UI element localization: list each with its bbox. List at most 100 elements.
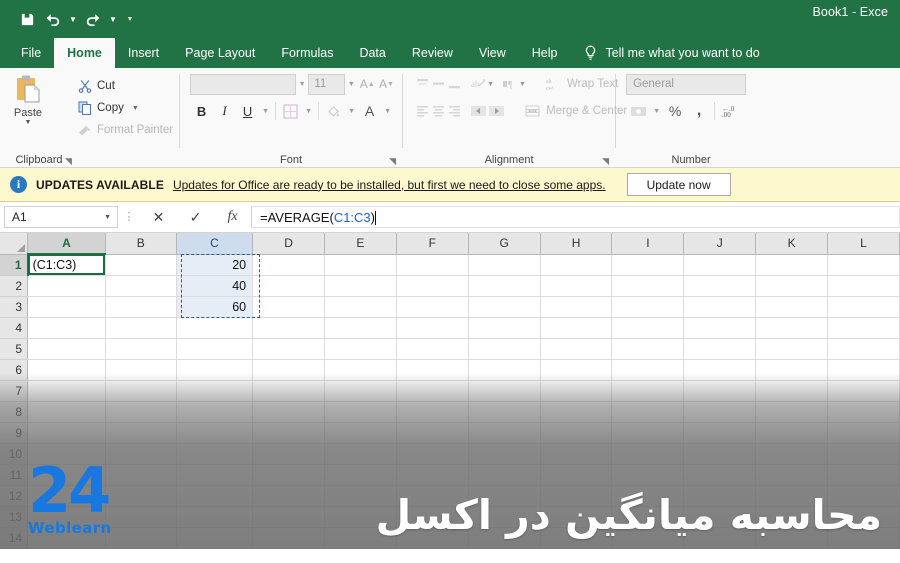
row-header-5[interactable]: 5	[0, 338, 29, 360]
row-header-2[interactable]: 2	[0, 275, 29, 297]
decrease-indent-icon[interactable]	[470, 100, 487, 121]
align-top-icon[interactable]	[415, 74, 430, 95]
decrease-font-size-icon[interactable]: A ▼	[377, 74, 396, 95]
cell-g8[interactable]	[468, 401, 541, 423]
row-header-13[interactable]: 13	[0, 506, 29, 528]
column-header-f[interactable]: F	[396, 233, 469, 255]
cell-c7[interactable]	[176, 380, 254, 402]
cell-j2[interactable]	[683, 275, 757, 297]
undo-icon[interactable]	[40, 7, 66, 31]
cell-c9[interactable]	[176, 422, 254, 444]
cell-l6[interactable]	[827, 359, 900, 381]
cell-c5[interactable]	[176, 338, 254, 360]
increase-font-size-icon[interactable]: A ▲	[358, 74, 377, 95]
borders-icon[interactable]	[279, 100, 302, 122]
cell-e9[interactable]	[324, 422, 397, 444]
clipboard-dialog-launcher-icon[interactable]: ◥	[63, 156, 74, 167]
copy-dropdown-icon[interactable]: ▼	[132, 105, 139, 112]
cell-k6[interactable]	[755, 359, 829, 381]
customize-qat-icon[interactable]: ▼	[120, 7, 140, 31]
cell-i5[interactable]	[611, 338, 685, 360]
tab-insert[interactable]: Insert	[115, 38, 172, 68]
cell-d8[interactable]	[252, 401, 326, 423]
cell-g7[interactable]	[468, 380, 541, 402]
cell-h4[interactable]	[540, 317, 613, 339]
cell-g4[interactable]	[468, 317, 541, 339]
cell-i2[interactable]	[611, 275, 685, 297]
cell-h11[interactable]	[540, 464, 613, 486]
cell-l11[interactable]	[827, 464, 900, 486]
confirm-formula-icon[interactable]: ✓	[177, 205, 214, 229]
cell-j4[interactable]	[683, 317, 757, 339]
cell-i4[interactable]	[611, 317, 685, 339]
cell-e2[interactable]	[324, 275, 397, 297]
cell-i10[interactable]	[611, 443, 685, 465]
cell-i7[interactable]	[611, 380, 685, 402]
cell-b11[interactable]	[105, 464, 177, 486]
underline-dropdown-icon[interactable]: ▼	[259, 101, 272, 122]
cell-k10[interactable]	[755, 443, 829, 465]
cell-a2[interactable]	[27, 275, 106, 297]
column-header-d[interactable]: D	[252, 233, 326, 255]
cell-d10[interactable]	[252, 443, 326, 465]
cell-l8[interactable]	[827, 401, 900, 423]
cell-j1[interactable]	[683, 254, 757, 276]
cell-l7[interactable]	[827, 380, 900, 402]
cell-g5[interactable]	[468, 338, 541, 360]
bold-button[interactable]: B	[190, 100, 213, 122]
cell-c3[interactable]: 60	[176, 296, 254, 318]
cell-d14[interactable]	[252, 527, 326, 549]
cell-l4[interactable]	[827, 317, 900, 339]
font-name-dropdown-icon[interactable]: ▼	[296, 74, 309, 95]
cell-e3[interactable]	[324, 296, 397, 318]
cell-f10[interactable]	[396, 443, 469, 465]
font-size-input[interactable]: 11	[308, 73, 346, 95]
cell-b12[interactable]	[105, 485, 177, 507]
font-name-input[interactable]	[190, 73, 296, 95]
cell-j7[interactable]	[683, 380, 757, 402]
cell-b2[interactable]	[105, 275, 177, 297]
cell-j11[interactable]	[683, 464, 757, 486]
cell-b3[interactable]	[105, 296, 177, 318]
cell-k8[interactable]	[755, 401, 829, 423]
cell-k1[interactable]	[755, 254, 829, 276]
cell-c4[interactable]	[176, 317, 254, 339]
cell-g1[interactable]	[468, 254, 541, 276]
cell-b10[interactable]	[105, 443, 177, 465]
cell-a5[interactable]	[27, 338, 106, 360]
cell-e5[interactable]	[324, 338, 397, 360]
notification-message-link[interactable]: Updates for Office are ready to be insta…	[173, 178, 606, 192]
font-color-button[interactable]: A	[358, 100, 381, 122]
align-right-icon[interactable]	[447, 100, 462, 121]
name-box-dropdown-icon[interactable]: ▼	[104, 214, 115, 221]
cell-f9[interactable]	[396, 422, 469, 444]
cell-b14[interactable]	[105, 527, 177, 549]
cell-c6[interactable]	[176, 359, 254, 381]
column-header-a[interactable]: A	[27, 233, 106, 255]
cell-a6[interactable]	[27, 359, 106, 381]
cancel-formula-icon[interactable]: ✕	[140, 205, 177, 229]
cell-d13[interactable]	[252, 506, 326, 528]
cell-g3[interactable]	[468, 296, 541, 318]
text-direction-dropdown-icon[interactable]: ▼	[519, 74, 526, 95]
cell-f7[interactable]	[396, 380, 469, 402]
cell-b9[interactable]	[105, 422, 177, 444]
tell-me-box[interactable]: Tell me what you want to do	[570, 38, 769, 68]
align-left-icon[interactable]	[415, 100, 430, 121]
paste-dropdown-icon[interactable]: ▼	[25, 119, 32, 127]
worksheet-grid[interactable]: A B C D E F G H I J K L 1 (C1:C3) 20 2 4…	[0, 233, 900, 549]
tab-page-layout[interactable]: Page Layout	[172, 38, 268, 68]
cell-a9[interactable]	[27, 422, 106, 444]
cell-f2[interactable]	[396, 275, 469, 297]
cell-i1[interactable]	[611, 254, 685, 276]
cell-d4[interactable]	[252, 317, 326, 339]
cell-k5[interactable]	[755, 338, 829, 360]
tab-view[interactable]: View	[466, 38, 519, 68]
cell-a1[interactable]: (C1:C3)	[27, 254, 106, 276]
align-middle-icon[interactable]	[431, 74, 446, 95]
cell-k4[interactable]	[755, 317, 829, 339]
cell-d7[interactable]	[252, 380, 326, 402]
tab-data[interactable]: Data	[346, 38, 398, 68]
cut-button[interactable]: Cut	[78, 76, 173, 96]
format-painter-button[interactable]: Format Painter	[78, 120, 173, 140]
